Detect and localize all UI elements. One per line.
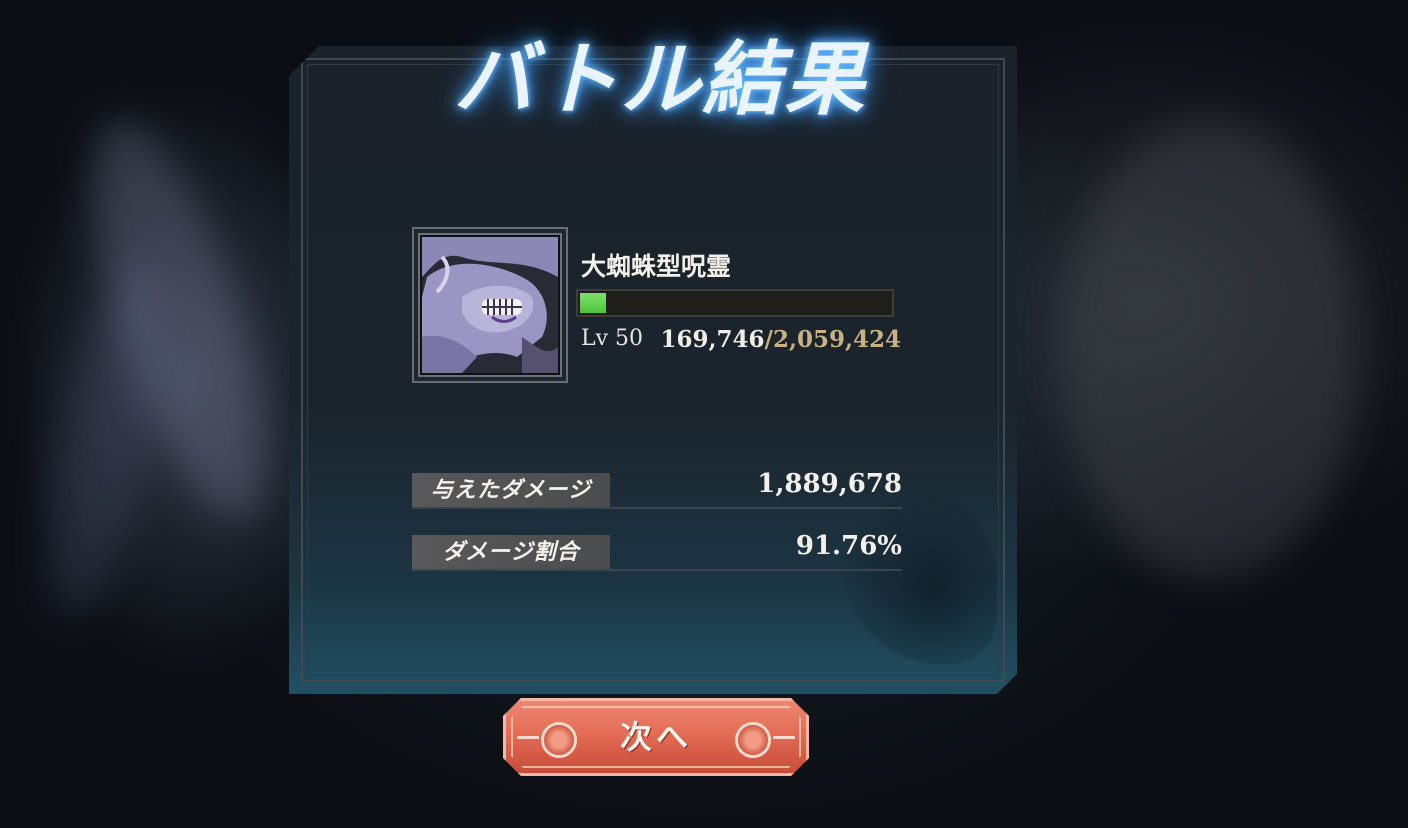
result-panel	[289, 46, 1017, 694]
stat-row-damage-ratio: ダメージ割合 91.76%	[412, 531, 902, 571]
hp-readout: 169,746/2,059,424	[661, 326, 901, 353]
background-blur	[23, 254, 187, 626]
spider-curse-icon	[422, 237, 558, 373]
enemy-name: 大蜘蛛型呪霊	[581, 252, 732, 281]
stat-label: ダメージ割合	[412, 535, 610, 569]
stat-row-damage-dealt: 与えたダメージ 1,889,678	[412, 469, 902, 509]
hp-separator: /	[764, 326, 773, 353]
hp-bar-fill	[580, 293, 606, 313]
next-button-label: 次へ	[619, 718, 692, 756]
game-scene: バトル結果 大蜘蛛型呪霊 Lv 50 169,746/2,059,424 与えた…	[0, 0, 1408, 828]
page-title: バトル結果	[453, 33, 867, 126]
stat-value: 1,889,678	[757, 469, 902, 499]
hp-current: 169,746	[660, 326, 765, 353]
stat-label: 与えたダメージ	[412, 473, 610, 507]
hp-max: 2,059,424	[772, 326, 901, 353]
enemy-level: Lv 50	[581, 326, 644, 351]
hp-bar	[576, 289, 894, 317]
background-blur	[1060, 120, 1360, 580]
next-button[interactable]: 次へ	[503, 698, 809, 776]
enemy-portrait	[412, 227, 568, 383]
stat-value: 91.76%	[795, 531, 902, 561]
